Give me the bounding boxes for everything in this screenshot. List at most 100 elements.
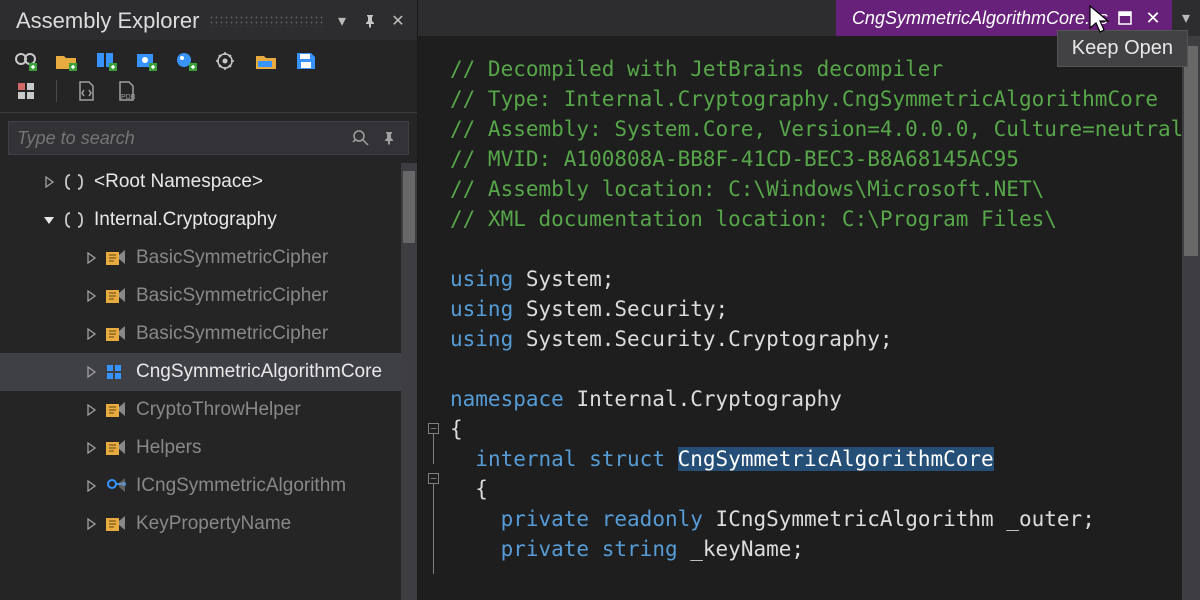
add-folder-icon[interactable]: [54, 50, 80, 72]
code-comment: // Type: Internal.Cryptography.CngSymmet…: [450, 87, 1158, 111]
panel-grip[interactable]: [209, 15, 323, 27]
tree-scrollbar[interactable]: [401, 163, 417, 600]
tree-item-rootnamespace[interactable]: <Root Namespace>: [0, 163, 417, 201]
add-nuget-icon[interactable]: [174, 50, 200, 72]
panel-title: Assembly Explorer: [16, 8, 199, 34]
namespace-icon: [62, 172, 86, 192]
pin-search-icon[interactable]: [378, 127, 400, 149]
class-internal-icon: [104, 324, 128, 344]
code-text: System.Security.Cryptography;: [513, 327, 892, 351]
open-from-gac-icon[interactable]: [14, 50, 40, 72]
code-comment: // Decompiled with JetBrains decompiler: [450, 57, 943, 81]
chevron-right-icon[interactable]: [84, 327, 98, 341]
search-bar[interactable]: [8, 121, 409, 155]
code-kw: string: [602, 537, 678, 561]
tree-item-basicsymmetriccipher[interactable]: BasicSymmetricCipher: [0, 239, 417, 277]
add-package-icon[interactable]: [134, 50, 160, 72]
panel-menu-button[interactable]: ▾: [333, 12, 351, 30]
code-kw: using: [450, 267, 513, 291]
code-kw: private: [501, 507, 590, 531]
settings-icon[interactable]: [214, 50, 240, 72]
tree-item-label: Helpers: [136, 437, 201, 459]
chevron-right-icon[interactable]: [84, 403, 98, 417]
chevron-right-icon[interactable]: [84, 251, 98, 265]
search-input[interactable]: [17, 128, 344, 149]
tree-item-basicsymmetriccipher[interactable]: BasicSymmetricCipher: [0, 315, 417, 353]
tree-view: <Root Namespace> Internal.Cryptography Bas…: [0, 163, 417, 600]
tree-item-label: BasicSymmetricCipher: [136, 285, 328, 307]
tab-close-icon[interactable]: ✕: [1142, 7, 1164, 29]
tree-item-label: CryptoThrowHelper: [136, 399, 301, 421]
code-comment: // XML documentation location: C:\Progra…: [450, 207, 1057, 231]
tree-item-label: CngSymmetricAlgorithmCore: [136, 361, 382, 383]
tree-item-label: Internal.Cryptography: [94, 209, 277, 231]
tree-item-cngsymmetricalgorithmcore[interactable]: CngSymmetricAlgorithmCore: [0, 353, 417, 391]
tree-item-helpers[interactable]: Helpers: [0, 429, 417, 467]
code-kw: struct: [589, 447, 665, 471]
tab-label: CngSymmetricAlgorithmCore.cs: [852, 8, 1108, 29]
tree-item-basicsymmetriccipher[interactable]: BasicSymmetricCipher: [0, 277, 417, 315]
search-icon[interactable]: [350, 127, 372, 149]
fold-toggle-icon[interactable]: −: [428, 473, 439, 484]
code-comment: // MVID: A100808A-BB8F-41CD-BEC3-B8A6814…: [450, 147, 1019, 171]
svg-text:PDB: PDB: [121, 94, 136, 101]
pdb-icon[interactable]: PDB: [113, 80, 139, 102]
add-assembly-icon[interactable]: [94, 50, 120, 72]
save-icon[interactable]: [294, 50, 320, 72]
tree-item-keypropertyname[interactable]: KeyPropertyName: [0, 505, 417, 543]
editor-body[interactable]: // Decompiled with JetBrains decompiler …: [418, 36, 1200, 600]
struct-icon: [104, 362, 128, 382]
chevron-right-icon[interactable]: [84, 365, 98, 379]
struct-name-selected: CngSymmetricAlgorithmCore: [678, 447, 994, 471]
code-kw: internal: [475, 447, 576, 471]
chevron-right-icon[interactable]: [42, 175, 56, 189]
fold-gutter: − −: [428, 54, 442, 574]
pin-icon[interactable]: [361, 12, 379, 30]
code-text: _keyName;: [678, 537, 804, 561]
editor-scrollbar[interactable]: [1182, 36, 1200, 600]
chevron-right-icon[interactable]: [84, 479, 98, 493]
source-icon[interactable]: [73, 80, 99, 102]
tree-item-label: KeyPropertyName: [136, 513, 291, 535]
class-internal-icon: [104, 438, 128, 458]
code-kw: namespace: [450, 387, 564, 411]
code-text: ICngSymmetricAlgorithm _outer;: [703, 507, 1095, 531]
code-text: System;: [513, 267, 614, 291]
assembly-explorer-panel: Assembly Explorer ▾ ✕ PDB <Root Namespac…: [0, 0, 418, 600]
code-comment: // Assembly: System.Core, Version=4.0.0.…: [450, 117, 1183, 141]
code-brace: {: [475, 477, 488, 501]
class-internal-icon: [104, 514, 128, 534]
toolbar-row-2: PDB: [0, 78, 417, 113]
tree-item-icngsymmetricalgorithm[interactable]: ICngSymmetricAlgorithm: [0, 467, 417, 505]
tree-item-label: ICngSymmetricAlgorithm: [136, 475, 346, 497]
chevron-right-icon[interactable]: [84, 289, 98, 303]
chevron-right-icon[interactable]: [84, 441, 98, 455]
code-text: Internal.Cryptography: [564, 387, 842, 411]
code-kw: using: [450, 327, 513, 351]
code-text: System.Security;: [513, 297, 728, 321]
tooltip: Keep Open: [1057, 30, 1188, 67]
code-brace: {: [450, 417, 463, 441]
tree-item-label: <Root Namespace>: [94, 171, 263, 193]
class-internal-icon: [104, 248, 128, 268]
open-folder-alt-icon[interactable]: [254, 50, 280, 72]
class-internal-icon: [104, 286, 128, 306]
chevron-right-icon[interactable]: [84, 517, 98, 531]
tree-item-cryptothrowhelper[interactable]: CryptoThrowHelper: [0, 391, 417, 429]
class-internal-icon: [104, 400, 128, 420]
code-kw: readonly: [602, 507, 703, 531]
keep-open-icon[interactable]: [1114, 7, 1136, 29]
chevron-down-icon[interactable]: [42, 213, 56, 227]
panel-header: Assembly Explorer ▾ ✕: [0, 0, 417, 40]
close-icon[interactable]: ✕: [389, 12, 407, 30]
code-kw: using: [450, 297, 513, 321]
clear-icon[interactable]: [14, 80, 40, 102]
toolbar-row-1: [0, 40, 417, 78]
tree-item-internalcryptography[interactable]: Internal.Cryptography: [0, 201, 417, 239]
tree-item-label: BasicSymmetricCipher: [136, 247, 328, 269]
tree-item-label: BasicSymmetricCipher: [136, 323, 328, 345]
fold-toggle-icon[interactable]: −: [428, 423, 439, 434]
code-editor: CngSymmetricAlgorithmCore.cs ✕ ▾ // Deco…: [418, 0, 1200, 600]
code-kw: private: [501, 537, 590, 561]
namespace-icon: [62, 210, 86, 230]
